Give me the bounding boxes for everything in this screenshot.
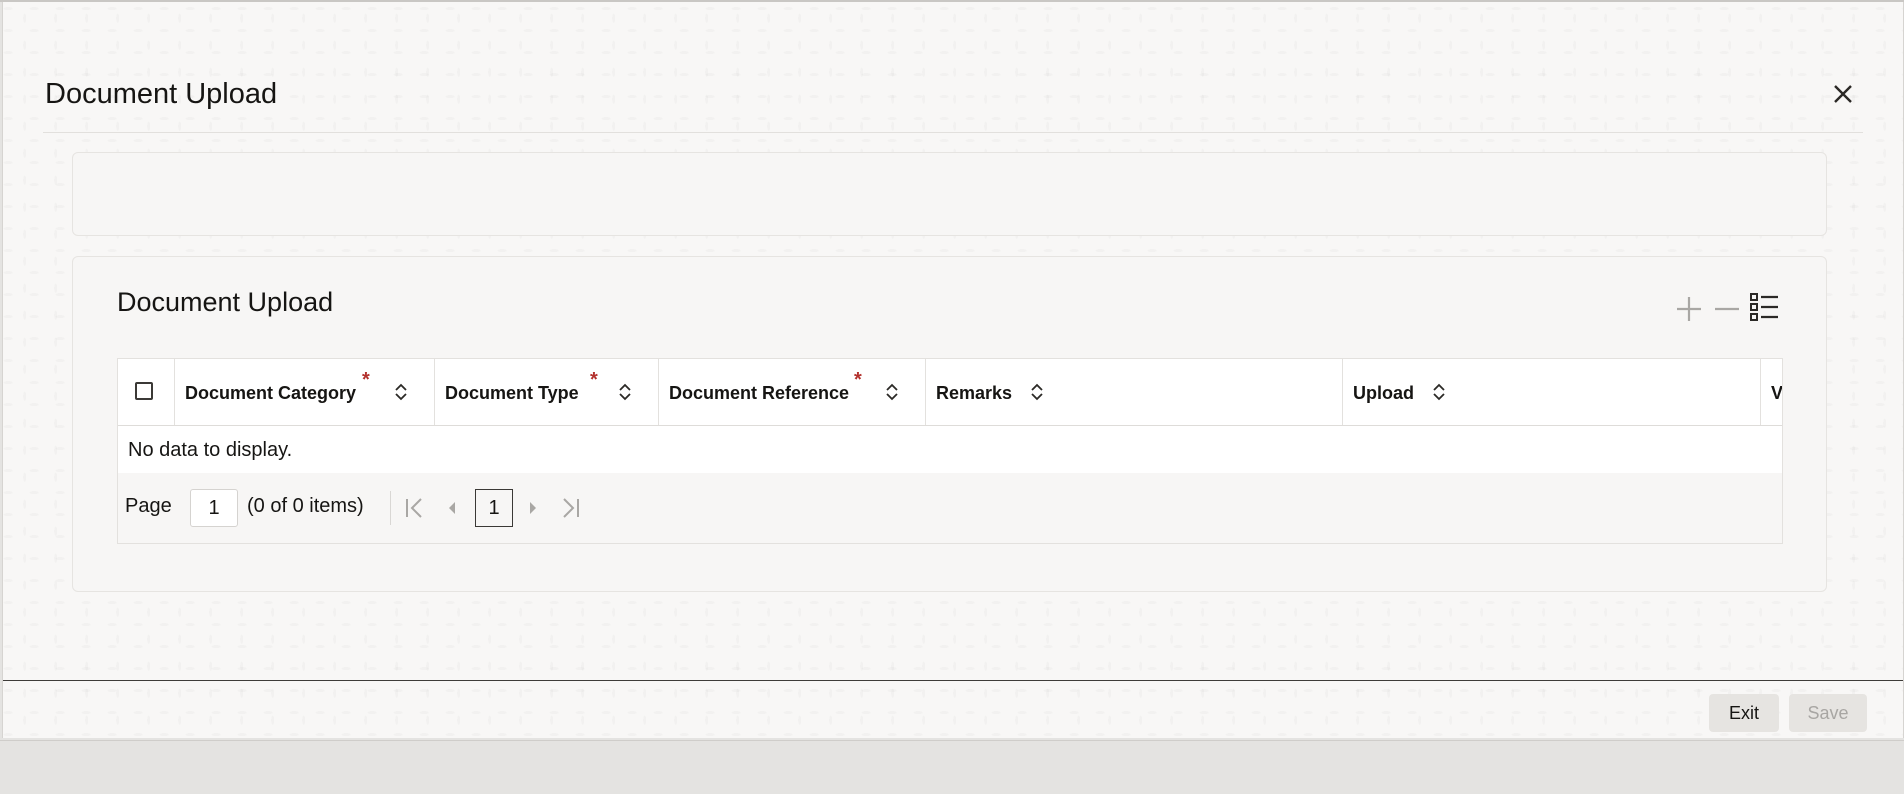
page-label: Page <box>125 495 172 517</box>
document-upload-dialog: Document Upload Document Upload Document… <box>2 2 1904 738</box>
documents-table: Document Category * Document Type * Docu… <box>117 358 1783 544</box>
column-header-truncated[interactable]: V <box>1761 359 1783 425</box>
column-header-document-type[interactable]: Document Type * <box>435 359 659 425</box>
close-icon[interactable] <box>1829 80 1861 112</box>
sort-icon[interactable] <box>1030 382 1044 402</box>
sort-icon[interactable] <box>394 382 408 402</box>
last-page-icon[interactable] <box>558 495 582 521</box>
column-label: Document Type <box>445 383 579 403</box>
column-label: Document Category <box>185 383 357 403</box>
column-label: Remarks <box>936 383 1013 403</box>
minus-icon[interactable] <box>1711 293 1743 325</box>
select-all-cell <box>118 359 175 425</box>
header-divider <box>43 132 1863 133</box>
column-label: Upload <box>1353 383 1414 403</box>
column-label: Document Reference <box>669 383 850 403</box>
table-header: Document Category * Document Type * Docu… <box>118 359 1782 426</box>
background-status-bar <box>0 740 1904 794</box>
section-title: Document Upload <box>117 287 334 317</box>
column-header-document-category[interactable]: Document Category * <box>175 359 435 425</box>
next-page-icon[interactable] <box>521 495 545 521</box>
empty-message: No data to display. <box>128 439 293 461</box>
pager-divider <box>390 491 391 525</box>
header-panel <box>72 152 1827 236</box>
column-label: V <box>1771 383 1783 403</box>
page-number-input[interactable]: 1 <box>190 489 238 527</box>
dialog-title: Document Upload <box>45 78 278 110</box>
column-header-remarks[interactable]: Remarks <box>926 359 1343 425</box>
first-page-icon[interactable] <box>403 495 427 521</box>
footer-divider <box>3 680 1903 681</box>
document-upload-section: Document Upload Document Category * Docu… <box>72 256 1827 592</box>
required-asterisk: * <box>590 369 598 391</box>
column-header-document-reference[interactable]: Document Reference * <box>659 359 926 425</box>
plus-icon[interactable] <box>1673 293 1705 325</box>
current-page-button[interactable]: 1 <box>475 489 513 527</box>
exit-button[interactable]: Exit <box>1709 694 1779 732</box>
column-header-upload[interactable]: Upload <box>1343 359 1761 425</box>
save-button[interactable]: Save <box>1789 694 1867 732</box>
list-view-icon[interactable] <box>1749 291 1781 323</box>
sort-icon[interactable] <box>1432 382 1446 402</box>
sort-icon[interactable] <box>618 382 632 402</box>
select-all-checkbox[interactable] <box>135 382 153 400</box>
previous-page-icon[interactable] <box>440 495 464 521</box>
required-asterisk: * <box>362 369 370 391</box>
required-asterisk: * <box>854 369 862 391</box>
pagination-bar: Page 1 (0 of 0 items) 1 <box>118 473 1782 543</box>
sort-icon[interactable] <box>885 382 899 402</box>
page-info: (0 of 0 items) <box>247 495 364 517</box>
